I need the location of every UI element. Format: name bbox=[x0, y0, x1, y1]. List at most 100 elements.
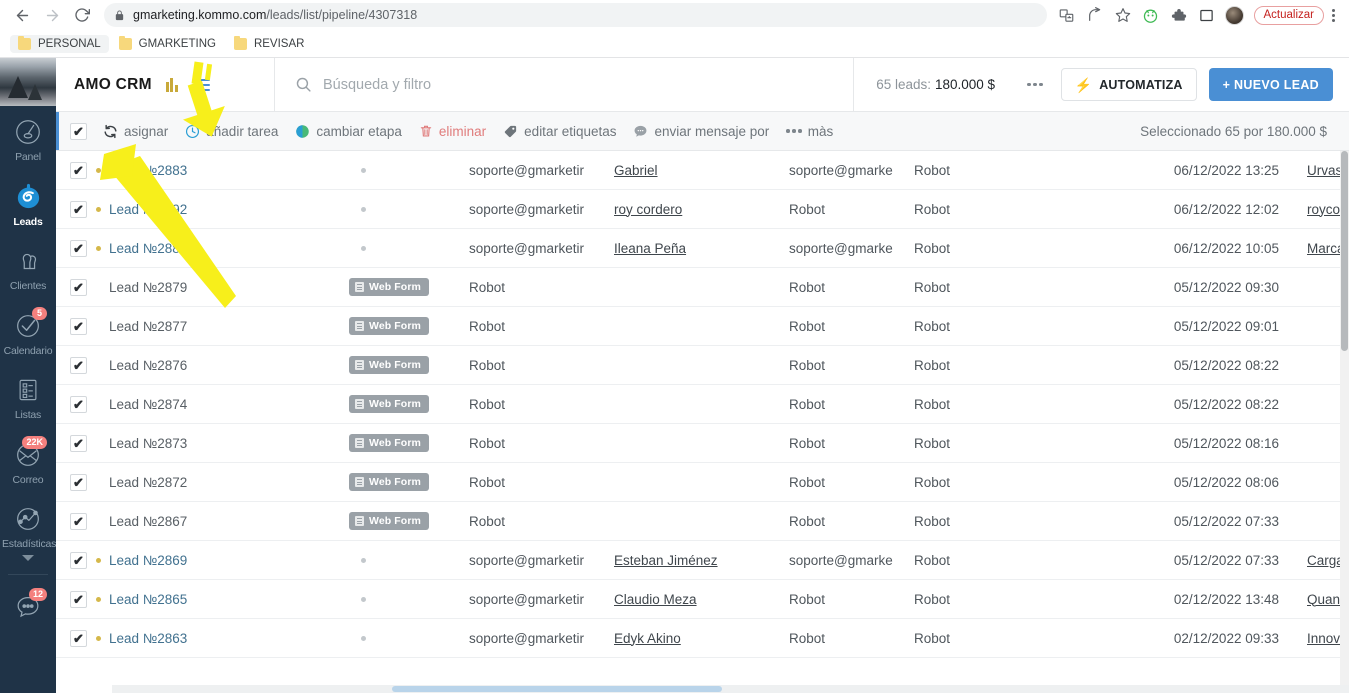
table-row[interactable]: ✔ Lead №2883 soporte@gmarketir Gabriel sopor… bbox=[56, 151, 1349, 190]
table-row[interactable]: ✔ Lead №2873 Web Form Robot Robot Robot 05/12/… bbox=[56, 424, 1349, 463]
contact-link[interactable]: Claudio Meza bbox=[614, 592, 697, 607]
back-arrow-icon[interactable] bbox=[8, 1, 36, 29]
table-row[interactable]: ✔ Lead №2874 Web Form Robot Robot Robot 05/12/… bbox=[56, 385, 1349, 424]
search-input[interactable]: Búsqueda y filtro bbox=[323, 77, 431, 93]
company-name[interactable]: Marca bbox=[1279, 241, 1349, 256]
sidebar-item-chat[interactable]: 12 bbox=[0, 581, 56, 634]
bookmark-star-icon[interactable] bbox=[1111, 3, 1135, 27]
row-checkbox[interactable]: ✔ bbox=[70, 434, 87, 452]
extension-green-icon[interactable] bbox=[1139, 3, 1163, 27]
table-row[interactable]: ✔ Lead №2863 soporte@gmarketir Edyk Akino Ro… bbox=[56, 619, 1349, 658]
row-checkbox[interactable]: ✔ bbox=[70, 239, 87, 257]
bulk-action-editar-etiquetas[interactable]: editar etiquetas bbox=[503, 124, 616, 139]
lead-name[interactable]: Lead №2876 bbox=[109, 358, 349, 373]
company-name[interactable]: roycor bbox=[1279, 202, 1349, 217]
row-checkbox[interactable]: ✔ bbox=[70, 200, 87, 218]
company-link[interactable]: roycor bbox=[1307, 202, 1345, 217]
profile-avatar[interactable] bbox=[1223, 3, 1247, 27]
lead-name[interactable]: Lead №2867 bbox=[109, 514, 349, 529]
lead-name[interactable]: Lead №2883 bbox=[109, 163, 349, 178]
web-form-tag[interactable]: Web Form bbox=[349, 278, 429, 296]
search-bar[interactable]: Búsqueda y filtro bbox=[275, 58, 855, 111]
table-row[interactable]: ✔ Lead №2867 Web Form Robot Robot Robot 05/12/… bbox=[56, 502, 1349, 541]
sidepanel-icon[interactable] bbox=[1195, 3, 1219, 27]
company-name[interactable]: Innov bbox=[1279, 631, 1349, 646]
row-checkbox[interactable]: ✔ bbox=[70, 512, 87, 530]
lead-name[interactable]: Lead №2889 bbox=[109, 241, 349, 256]
lead-name[interactable]: Lead №2874 bbox=[109, 397, 349, 412]
contact-link[interactable]: Esteban Jiménez bbox=[614, 553, 718, 568]
contact-link[interactable]: Ileana Peña bbox=[614, 241, 686, 256]
row-checkbox[interactable]: ✔ bbox=[70, 473, 87, 491]
bookmark-personal[interactable]: PERSONAL bbox=[10, 34, 109, 53]
row-checkbox[interactable]: ✔ bbox=[70, 356, 87, 374]
table-row[interactable]: ✔ Lead №2876 Web Form Robot Robot Robot 05/12/… bbox=[56, 346, 1349, 385]
browser-menu-icon[interactable] bbox=[1328, 8, 1341, 22]
company-link[interactable]: Innov bbox=[1307, 631, 1340, 646]
bulk-action-mas[interactable]: màs bbox=[786, 124, 833, 139]
web-form-tag[interactable]: Web Form bbox=[349, 473, 429, 491]
forward-arrow-icon[interactable] bbox=[38, 1, 66, 29]
lead-name[interactable]: Lead №2869 bbox=[109, 553, 349, 568]
bulk-action-enviar-mensaje[interactable]: enviar mensaje por bbox=[633, 124, 769, 139]
table-row[interactable]: ✔ Lead №2889 soporte@gmarketir Ileana Peña s… bbox=[56, 229, 1349, 268]
vertical-scrollbar-thumb[interactable] bbox=[1341, 151, 1348, 351]
company-link[interactable]: Carga bbox=[1307, 553, 1344, 568]
lead-name[interactable]: Lead №2863 bbox=[109, 631, 349, 646]
sidebar-item-estadisticas[interactable]: Estadísticas bbox=[0, 493, 56, 568]
company-link[interactable]: Urvas bbox=[1307, 163, 1342, 178]
lead-name[interactable]: Lead №2877 bbox=[109, 319, 349, 334]
hamburger-menu-icon[interactable] bbox=[191, 78, 210, 91]
pipeline-bars-icon[interactable] bbox=[165, 77, 178, 92]
contact-link[interactable]: Edyk Akino bbox=[614, 631, 681, 646]
select-all-checkbox[interactable]: ✔ bbox=[70, 122, 87, 140]
table-row[interactable]: ✔ Lead №2879 Web Form Robot Robot Robot 05/12/… bbox=[56, 268, 1349, 307]
bulk-action-asignar[interactable]: asignar bbox=[103, 124, 168, 139]
sidebar-item-correo[interactable]: 22K Correo bbox=[0, 429, 56, 494]
row-checkbox[interactable]: ✔ bbox=[70, 590, 87, 608]
automate-button[interactable]: ⚡ AUTOMATIZA bbox=[1060, 68, 1197, 101]
sidebar-item-panel[interactable]: Panel bbox=[0, 106, 56, 171]
table-row[interactable]: ✔ Lead №2892 soporte@gmarketir roy cordero R… bbox=[56, 190, 1349, 229]
translate-icon[interactable] bbox=[1055, 3, 1079, 27]
vertical-scrollbar[interactable] bbox=[1340, 151, 1349, 693]
web-form-tag[interactable]: Web Form bbox=[349, 317, 429, 335]
web-form-tag[interactable]: Web Form bbox=[349, 395, 429, 413]
horizontal-scrollbar-thumb[interactable] bbox=[392, 686, 722, 692]
sidebar-item-leads[interactable]: Leads bbox=[0, 171, 56, 236]
reload-icon[interactable] bbox=[68, 1, 96, 29]
address-bar[interactable]: gmarketing.kommo.com/leads/list/pipeline… bbox=[104, 3, 1047, 27]
bulk-action-cambiar-etapa[interactable]: cambiar etapa bbox=[295, 124, 402, 139]
contact-link[interactable]: Gabriel bbox=[614, 163, 658, 178]
company-name[interactable]: Urvas bbox=[1279, 163, 1349, 178]
lead-name[interactable]: Lead №2879 bbox=[109, 280, 349, 295]
lead-name[interactable]: Lead №2873 bbox=[109, 436, 349, 451]
new-lead-button[interactable]: + NUEVO LEAD bbox=[1208, 68, 1333, 101]
company-name[interactable]: Carga bbox=[1279, 553, 1349, 568]
table-row[interactable]: ✔ Lead №2869 soporte@gmarketir Esteban Jimé… bbox=[56, 541, 1349, 580]
web-form-tag[interactable]: Web Form bbox=[349, 356, 429, 374]
web-form-tag[interactable]: Web Form bbox=[349, 434, 429, 452]
row-checkbox[interactable]: ✔ bbox=[70, 161, 87, 179]
contact-name[interactable]: Gabriel bbox=[614, 163, 789, 178]
table-row[interactable]: ✔ Lead №2865 soporte@gmarketir Claudio Meza… bbox=[56, 580, 1349, 619]
bulk-action-eliminar[interactable]: eliminar bbox=[419, 124, 486, 139]
lead-name[interactable]: Lead №2865 bbox=[109, 592, 349, 607]
chevron-down-icon[interactable] bbox=[22, 554, 34, 561]
row-checkbox[interactable]: ✔ bbox=[70, 629, 87, 647]
more-dots-icon[interactable] bbox=[1021, 75, 1049, 95]
sidebar-item-calendario[interactable]: 5 Calendario bbox=[0, 300, 56, 365]
bookmark-gmarketing[interactable]: GMARKETING bbox=[111, 35, 224, 53]
bulk-action-anadir-tarea[interactable]: añadir tarea bbox=[185, 124, 278, 139]
lead-name[interactable]: Lead №2892 bbox=[109, 202, 349, 217]
contact-name[interactable]: roy cordero bbox=[614, 202, 789, 217]
contact-link[interactable]: roy cordero bbox=[614, 202, 682, 217]
table-row[interactable]: ✔ Lead №2872 Web Form Robot Robot Robot 05/12/… bbox=[56, 463, 1349, 502]
share-icon[interactable] bbox=[1083, 3, 1107, 27]
update-button[interactable]: Actualizar bbox=[1253, 5, 1324, 25]
row-checkbox[interactable]: ✔ bbox=[70, 551, 87, 569]
row-checkbox[interactable]: ✔ bbox=[70, 395, 87, 413]
contact-name[interactable]: Edyk Akino bbox=[614, 631, 789, 646]
horizontal-scrollbar[interactable] bbox=[112, 685, 1349, 693]
row-checkbox[interactable]: ✔ bbox=[70, 278, 87, 296]
